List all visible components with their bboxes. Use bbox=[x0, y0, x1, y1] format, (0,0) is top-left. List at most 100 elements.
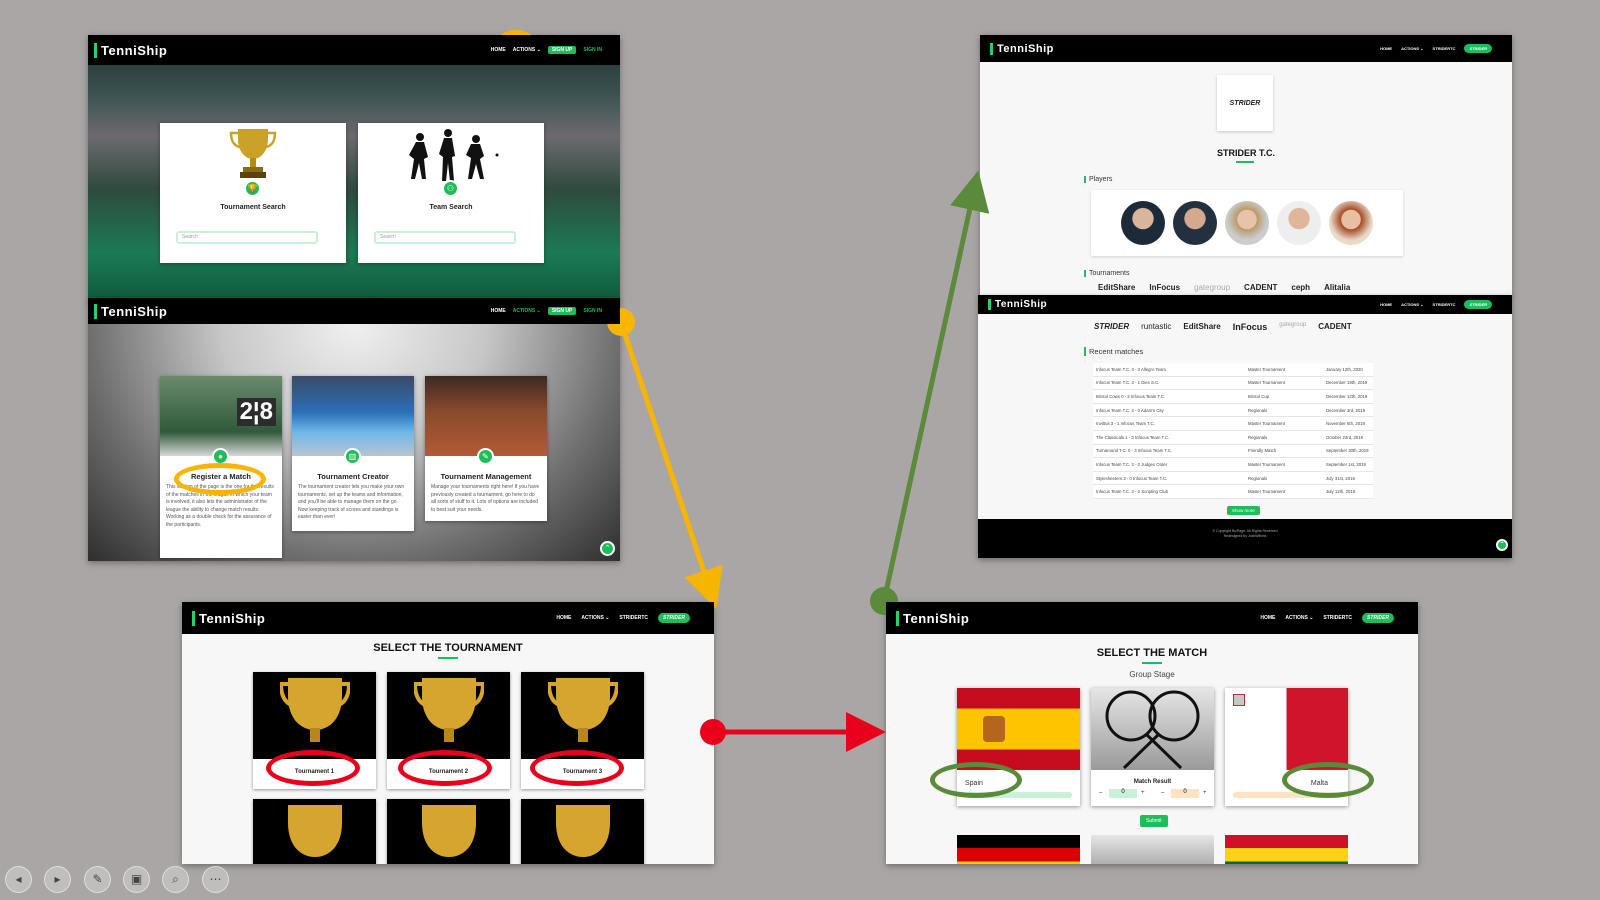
scroll-top-icon[interactable]: ⌃ bbox=[1496, 539, 1508, 551]
nav-home[interactable]: HOME bbox=[1260, 615, 1275, 621]
nav-team[interactable]: STRIDERTC bbox=[1323, 615, 1352, 621]
highlight-ring-spain bbox=[930, 762, 1022, 798]
brand-logo[interactable]: TenniShip bbox=[94, 42, 167, 58]
home-score-input[interactable]: 0 bbox=[1109, 789, 1137, 798]
nav-signin[interactable]: SIGN IN bbox=[583, 308, 602, 314]
team-badge[interactable]: STRIDER bbox=[1464, 300, 1492, 309]
player-avatar[interactable] bbox=[1277, 201, 1321, 245]
nav-home[interactable]: HOME bbox=[491, 308, 506, 314]
crossed-rackets-image bbox=[1091, 688, 1214, 770]
screen-select-match: TenniShip HOME ACTIONS ⌄ STRIDERTC STRID… bbox=[886, 602, 1418, 864]
player-avatar[interactable] bbox=[1173, 201, 1217, 245]
submit-button[interactable]: Submit bbox=[1140, 815, 1168, 827]
table-row: Infocus Team T.C. 3 - 0 Scripting Club Ma… bbox=[1093, 485, 1373, 499]
recent-matches-table: Infocus Team T.C. 3 - 0 Allegro Team Mast… bbox=[1093, 363, 1373, 499]
home-minus-button[interactable]: – bbox=[1099, 790, 1102, 796]
more-options-icon[interactable]: ⋯ bbox=[202, 866, 229, 893]
sponsor-logo: EditShare bbox=[1098, 283, 1136, 292]
sponsor-logo: Alitalia bbox=[1324, 283, 1351, 292]
nav-actions[interactable]: ACTIONS ⌄ bbox=[581, 615, 609, 621]
tournament-creator-desc: The tournament creator lets you make you… bbox=[298, 484, 405, 520]
match-tournament-cell: Bristol Cup bbox=[1248, 393, 1270, 399]
tournament-card-6[interactable] bbox=[521, 799, 644, 864]
rackets-image-2 bbox=[1091, 835, 1214, 864]
match-result-cell: Infocus Team T.C. 3 - 1 Dies S.C. bbox=[1096, 380, 1160, 386]
match-tournament-cell: Master Tournament bbox=[1248, 489, 1285, 495]
red-arrow bbox=[700, 712, 886, 752]
team-logo: STRIDER bbox=[1217, 75, 1273, 131]
ghana-flag bbox=[1225, 835, 1348, 864]
wrench-icon: ✎ bbox=[477, 448, 494, 465]
nav-home[interactable]: HOME bbox=[491, 47, 506, 53]
player-avatar[interactable] bbox=[1121, 201, 1165, 245]
title-underline bbox=[438, 657, 458, 659]
nav-team[interactable]: STRIDERTC bbox=[1433, 302, 1456, 307]
brand-logo[interactable]: TenniShip bbox=[192, 610, 265, 626]
match-date-cell: December 19th, 2019 bbox=[1326, 380, 1368, 386]
slides-overview-icon[interactable]: ▣ bbox=[123, 866, 150, 893]
match-tournament-cell: Master Tournament bbox=[1248, 461, 1285, 467]
nav-home[interactable]: HOME bbox=[1380, 46, 1392, 51]
previous-slide-icon[interactable]: ◂ bbox=[5, 866, 32, 893]
brand-logo[interactable]: TenniShip bbox=[988, 299, 1047, 310]
nav-actions[interactable]: ACTIONS ⌄ bbox=[513, 47, 541, 53]
team-search-input[interactable]: Search bbox=[374, 231, 516, 244]
brand-logo[interactable]: TenniShip bbox=[990, 42, 1054, 55]
scroll-top-icon[interactable]: ⌃ bbox=[600, 541, 615, 556]
zoom-icon[interactable]: ⌕ bbox=[162, 866, 189, 893]
tournament-creator-card[interactable]: ▥ Tournament Creator The tournament crea… bbox=[292, 376, 414, 531]
brand-logo[interactable]: TenniShip bbox=[94, 303, 167, 319]
tournament-search-input[interactable]: Search bbox=[176, 231, 318, 244]
nav-actions[interactable]: ACTIONS ⌄ bbox=[1401, 46, 1423, 51]
brand-logo[interactable]: TenniShip bbox=[896, 610, 969, 626]
rackets-icon bbox=[1105, 690, 1200, 770]
team-badge[interactable]: STRIDER bbox=[658, 613, 690, 623]
sponsor-logo: runtastic bbox=[1141, 322, 1172, 331]
yellow-arrow bbox=[607, 308, 723, 609]
highlight-ring-tournament-3 bbox=[530, 750, 624, 786]
show-more-button[interactable]: Show more bbox=[1227, 506, 1260, 515]
tournament-card-5[interactable] bbox=[387, 799, 510, 864]
team-badge[interactable]: STRIDER bbox=[1464, 44, 1492, 53]
match-tournament-cell: Regionals bbox=[1248, 407, 1268, 413]
nav-home[interactable]: HOME bbox=[1380, 302, 1392, 307]
nav-signup[interactable]: SIGN UP bbox=[547, 307, 577, 315]
nav-team[interactable]: STRIDERTC bbox=[619, 615, 648, 621]
away-score-input[interactable]: 0 bbox=[1171, 789, 1199, 798]
trophy-icon bbox=[413, 678, 484, 742]
arena-image bbox=[292, 376, 414, 456]
trophy-badge-icon: 🏆 bbox=[244, 180, 261, 197]
match-date-cell: October 23rd, 2019 bbox=[1326, 434, 1364, 440]
nav-signin[interactable]: SIGN IN bbox=[583, 47, 602, 53]
trophy-icon bbox=[421, 805, 476, 857]
nav-actions[interactable]: ACTIONS ⌄ bbox=[513, 308, 541, 314]
tournament-card-4[interactable] bbox=[253, 799, 376, 864]
player-avatar[interactable] bbox=[1225, 201, 1269, 245]
match-tournament-cell: Master Tournament bbox=[1248, 366, 1285, 372]
away-minus-button[interactable]: – bbox=[1161, 790, 1164, 796]
pen-icon[interactable]: ✎ bbox=[84, 866, 111, 893]
screen-team-profile: TenniShip HOME ACTIONS ⌄ STRIDERTC STRID… bbox=[980, 35, 1512, 297]
next-slide-icon[interactable]: ▸ bbox=[44, 866, 71, 893]
team-badge[interactable]: STRIDER bbox=[1362, 613, 1394, 623]
nav-actions[interactable]: ACTIONS ⌄ bbox=[1285, 615, 1313, 621]
nav-actions[interactable]: ACTIONS ⌄ bbox=[1401, 302, 1423, 307]
match-result-cell: Infocus Team T.C. 3 - 0 Scripting Club bbox=[1096, 489, 1168, 495]
coat-of-arms-icon bbox=[983, 716, 1005, 742]
table-row: Turnaround T.C. 0 - 3 Infocus Team T.C. F… bbox=[1093, 445, 1373, 459]
tournament-management-card[interactable]: ✎ Tournament Management Manage your tour… bbox=[425, 376, 547, 521]
sponsor-row: STRIDER runtastic EditShare InFocus gate… bbox=[1094, 322, 1352, 332]
germany-flag bbox=[957, 835, 1080, 864]
match-result-cell: Infocus Team T.C. 3 - 0 Adam's City bbox=[1096, 407, 1164, 413]
trophy-icon bbox=[279, 678, 350, 742]
navbar: TenniShip HOME ACTIONS ⌄ SIGN UP SIGN IN bbox=[88, 298, 620, 324]
nav-signup[interactable]: SIGN UP bbox=[547, 46, 577, 54]
nav-home[interactable]: HOME bbox=[556, 615, 571, 621]
highlight-ring-malta bbox=[1282, 762, 1374, 798]
away-plus-button[interactable]: + bbox=[1203, 790, 1207, 796]
tournament-creator-title: Tournament Creator bbox=[317, 472, 389, 481]
home-plus-button[interactable]: + bbox=[1141, 790, 1145, 796]
player-avatar[interactable] bbox=[1329, 201, 1373, 245]
nav-team[interactable]: STRIDERTC bbox=[1433, 46, 1456, 51]
green-arrow bbox=[870, 170, 990, 615]
